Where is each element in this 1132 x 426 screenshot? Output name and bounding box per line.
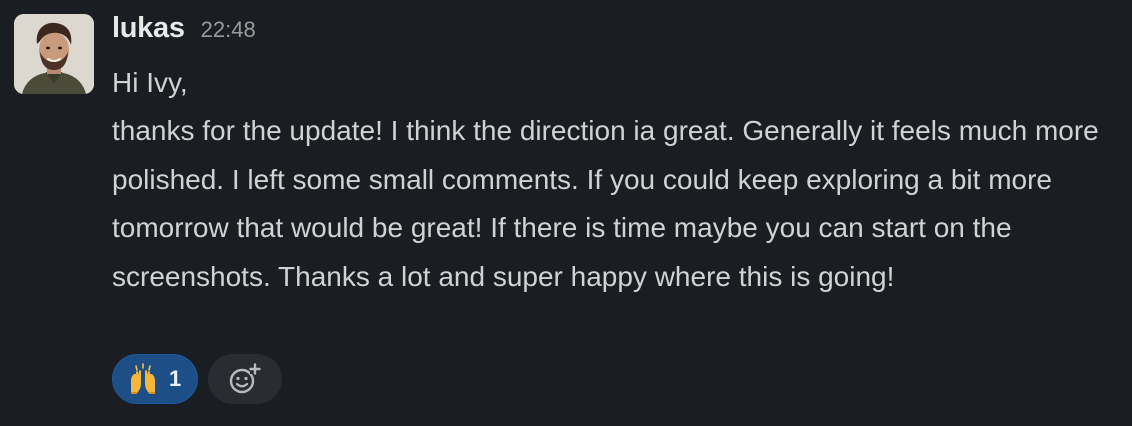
raised-hands-icon [131,363,155,394]
message-body: Hi Ivy, thanks for the update! I think t… [112,59,1122,301]
avatar-photo [14,14,94,94]
reaction-raised-hands[interactable]: 1 [112,354,199,404]
message-text: thanks for the update! I think the direc… [112,115,1099,292]
message-timestamp[interactable]: 22:48 [201,17,256,43]
author-name[interactable]: lukas [112,12,185,45]
message: lukas 22:48 Hi Ivy, thanks for the updat… [0,0,1132,426]
add-reaction-button[interactable] [208,354,283,404]
add-reaction-icon [230,363,261,394]
reaction-count: 1 [169,366,182,391]
message-header: lukas 22:48 [112,12,256,52]
avatar[interactable] [14,14,94,94]
reactions-bar: 1 [112,354,283,404]
message-greeting: Hi Ivy, [112,67,188,98]
